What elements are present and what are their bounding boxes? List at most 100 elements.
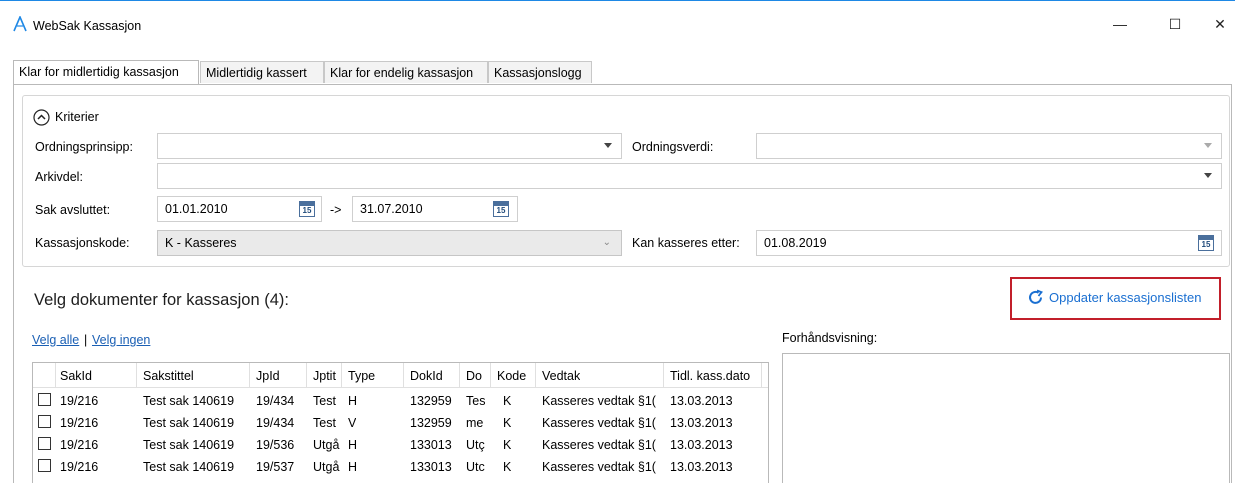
close-button[interactable]: ✕ [1197, 9, 1235, 39]
arkivdel-select[interactable] [157, 163, 1222, 189]
ordningsprinsipp-select[interactable] [157, 133, 622, 159]
col-sakid[interactable]: SakId [60, 369, 92, 383]
cell-do: Tes [466, 394, 486, 408]
minimize-button[interactable]: — [1097, 9, 1143, 39]
column-separator [403, 363, 404, 387]
column-separator [249, 363, 250, 387]
table-row[interactable]: 19/216 Test sak 140619 19/434 Test H 132… [33, 390, 768, 412]
preview-label: Forhåndsvisning: [782, 331, 878, 345]
column-separator [490, 363, 491, 387]
row-checkbox[interactable] [38, 459, 51, 472]
tab-klar-endelig[interactable]: Klar for endelig kassasjon [324, 61, 488, 83]
cell-sakstittel: Test sak 140619 [143, 394, 235, 408]
cell-jpid: 19/537 [256, 460, 295, 474]
col-jpid[interactable]: JpId [256, 369, 280, 383]
cell-tidl-kass-dato: 13.03.2013 [670, 460, 733, 474]
cell-vedtak: Kasseres vedtak §1( [542, 438, 656, 452]
column-separator [761, 363, 762, 387]
kassasjonskode-select[interactable]: K - Kasseres ⌄ [157, 230, 622, 256]
cell-do: Utç [466, 438, 485, 452]
cell-vedtak: Kasseres vedtak §1( [542, 460, 656, 474]
cell-sakstittel: Test sak 140619 [143, 460, 235, 474]
ordningsverdi-select[interactable] [756, 133, 1222, 159]
table-row[interactable]: 19/216 Test sak 140619 19/537 Utgå H 133… [33, 456, 768, 478]
column-separator [306, 363, 307, 387]
cell-vedtak: Kasseres vedtak §1( [542, 394, 656, 408]
row-checkbox[interactable] [38, 415, 51, 428]
cell-jpid: 19/434 [256, 416, 295, 430]
preview-panel [782, 353, 1230, 483]
col-vedtak[interactable]: Vedtak [542, 369, 580, 383]
arkivdel-label: Arkivdel: [35, 170, 83, 184]
cell-vedtak: Kasseres vedtak §1( [542, 416, 656, 430]
cell-tidl-kass-dato: 13.03.2013 [670, 416, 733, 430]
cell-sakid: 19/216 [60, 394, 99, 408]
ordningsprinsipp-label: Ordningsprinsipp: [35, 140, 133, 154]
column-separator [341, 363, 342, 387]
col-dokid[interactable]: DokId [410, 369, 443, 383]
cell-jpid: 19/434 [256, 394, 295, 408]
table-row[interactable]: 19/216 Test sak 140619 19/434 Test V 132… [33, 412, 768, 434]
refresh-icon[interactable] [1027, 289, 1044, 306]
link-separator: | [84, 333, 88, 347]
documents-table: SakId Sakstittel JpId Jptit Type DokId D… [32, 362, 769, 483]
col-tidl-kass-dato[interactable]: Tidl. kass.dato [670, 369, 750, 383]
sak-avsluttet-from-value: 01.01.2010 [165, 202, 228, 216]
cell-kode: K [503, 460, 512, 474]
kan-kasseres-label: Kan kasseres etter: [632, 236, 740, 250]
calendar-icon[interactable]: 15 [493, 201, 509, 217]
sak-avsluttet-from-field[interactable]: 01.01.2010 15 [157, 196, 322, 222]
col-type[interactable]: Type [348, 369, 375, 383]
cell-jptit: Utgå [313, 460, 340, 474]
tab-midlertidig-kassert[interactable]: Midlertidig kassert [200, 61, 324, 83]
dropdown-arrow-icon [1204, 173, 1212, 178]
column-separator [459, 363, 460, 387]
cell-sakid: 19/216 [60, 416, 99, 430]
maximize-button[interactable]: ☐ [1152, 9, 1198, 39]
refresh-list-button[interactable]: Oppdater kassasjonslisten [1049, 290, 1201, 305]
websak-logo-icon [13, 16, 27, 32]
title-bar [0, 1, 1235, 35]
kan-kasseres-value: 01.08.2019 [764, 236, 827, 250]
col-do[interactable]: Do [466, 369, 488, 383]
table-row[interactable]: 19/216 Test sak 140619 19/536 Utgå H 133… [33, 434, 768, 456]
row-checkbox[interactable] [38, 393, 51, 406]
cell-tidl-kass-dato: 13.03.2013 [670, 394, 733, 408]
col-kode[interactable]: Kode [497, 369, 526, 383]
column-separator [136, 363, 137, 387]
cell-type: H [348, 394, 358, 408]
cell-kode: K [503, 438, 512, 452]
selection-heading: Velg dokumenter for kassasjon (4): [34, 291, 289, 309]
column-separator [663, 363, 664, 387]
cell-dokid: 132959 [410, 394, 452, 408]
cell-type: H [348, 460, 358, 474]
cell-sakid: 19/216 [60, 438, 99, 452]
tab-kassasjonslogg[interactable]: Kassasjonslogg [488, 61, 592, 83]
col-sakstittel[interactable]: Sakstittel [143, 369, 194, 383]
select-none-link[interactable]: Velg ingen [92, 333, 150, 347]
sak-avsluttet-to-field[interactable]: 31.07.2010 15 [352, 196, 518, 222]
kassasjonskode-value: K - Kasseres [165, 236, 237, 250]
cell-sakstittel: Test sak 140619 [143, 438, 235, 452]
cell-jptit: Utgå [313, 438, 340, 452]
col-jptit[interactable]: Jptit [313, 369, 336, 383]
tab-klar-midlertidig[interactable]: Klar for midlertidig kassasjon [13, 60, 199, 84]
cell-jpid: 19/536 [256, 438, 295, 452]
kan-kasseres-field[interactable]: 01.08.2019 15 [756, 230, 1222, 256]
cell-sakstittel: Test sak 140619 [143, 416, 235, 430]
dropdown-arrow-icon [1204, 143, 1212, 148]
calendar-icon[interactable]: 15 [299, 201, 315, 217]
row-checkbox[interactable] [38, 437, 51, 450]
cell-type: H [348, 438, 358, 452]
cell-dokid: 132959 [410, 416, 452, 430]
chevron-down-icon: ⌄ [602, 237, 611, 248]
cell-kode: K [503, 394, 512, 408]
cell-tidl-kass-dato: 13.03.2013 [670, 438, 733, 452]
chevron-up-circle-icon[interactable] [33, 109, 50, 126]
select-all-link[interactable]: Velg alle [32, 333, 79, 347]
criteria-header: Kriterier [55, 110, 99, 124]
sak-avsluttet-to-value: 31.07.2010 [360, 202, 423, 216]
cell-sakid: 19/216 [60, 460, 99, 474]
calendar-icon[interactable]: 15 [1198, 235, 1214, 251]
dropdown-arrow-icon [604, 143, 612, 148]
